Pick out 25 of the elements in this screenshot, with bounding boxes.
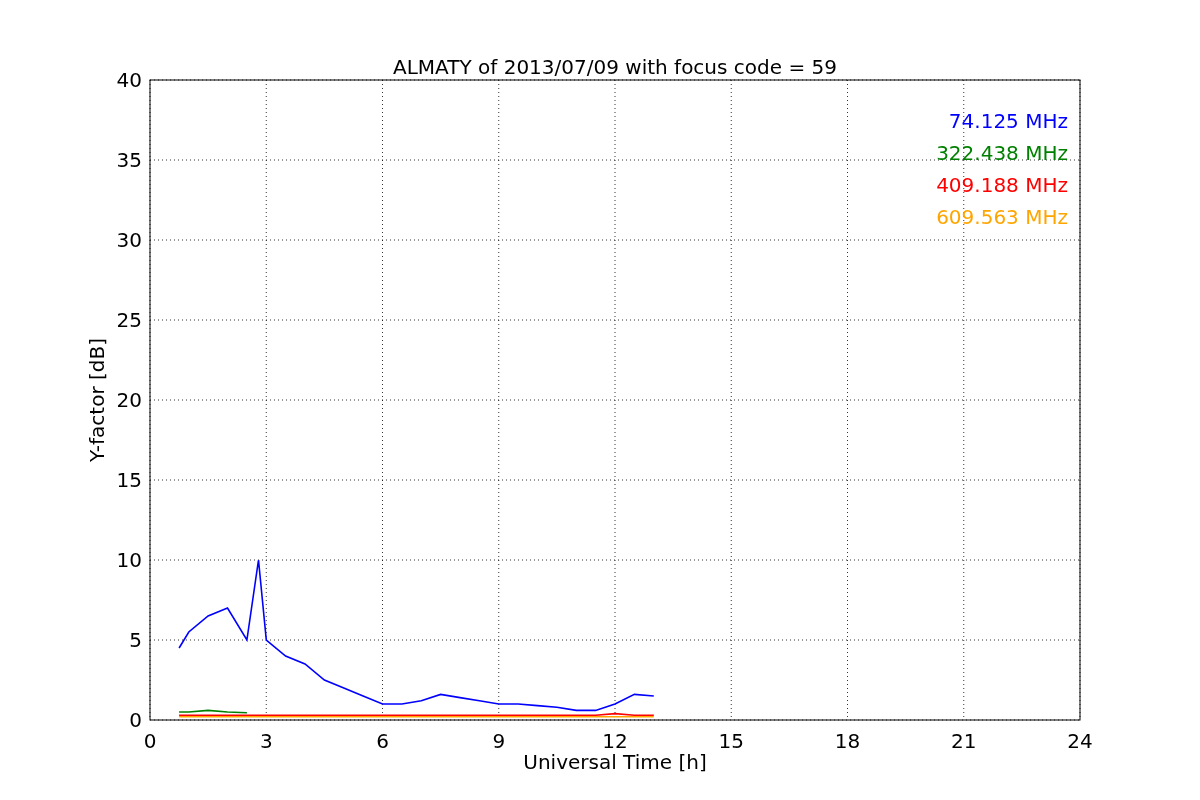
x-tick-label: 12: [602, 729, 628, 753]
y-tick-label: 15: [116, 468, 142, 492]
x-tick-label: 18: [834, 729, 861, 753]
y-tick-label: 25: [116, 308, 142, 332]
x-tick-label: 24: [1067, 729, 1093, 753]
y-tick-label: 10: [116, 548, 142, 572]
x-tick-label: 3: [259, 729, 273, 753]
x-axis-label: Universal Time [h]: [523, 750, 707, 774]
chart-title: ALMATY of 2013/07/09 with focus code = 59: [393, 55, 837, 79]
y-tick-label: 0: [129, 708, 142, 732]
legend-label: 609.563 MHz: [936, 205, 1068, 229]
x-tick-label: 21: [951, 729, 977, 753]
y-tick-label: 20: [116, 388, 142, 412]
y-tick-label: 30: [116, 228, 142, 252]
y-axis-label: Y-factor [dB]: [85, 338, 109, 462]
x-tick-label: 9: [492, 729, 506, 753]
x-tick-label: 6: [376, 729, 389, 753]
x-tick-label: 15: [718, 729, 744, 753]
y-tick-label: 40: [116, 68, 142, 92]
y-tick-label: 35: [116, 148, 142, 172]
x-tick-label: 0: [143, 729, 157, 753]
legend-label: 74.125 MHz: [948, 109, 1068, 133]
legend-label: 322.438 MHz: [936, 141, 1068, 165]
y-tick-label: 5: [129, 628, 142, 652]
legend-label: 409.188 MHz: [936, 173, 1068, 197]
